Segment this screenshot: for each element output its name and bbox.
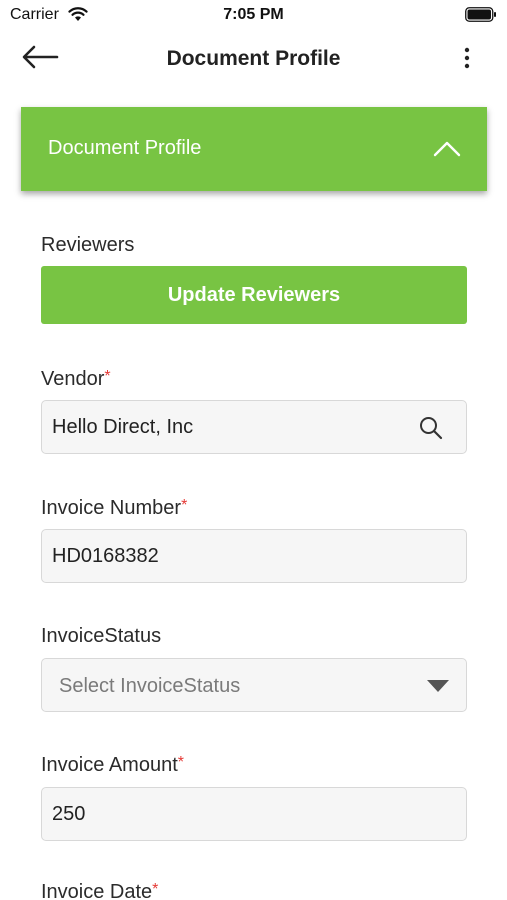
update-reviewers-button[interactable]: Update Reviewers xyxy=(41,266,467,324)
invoice-status-select[interactable]: Select InvoiceStatus xyxy=(41,658,467,712)
required-marker: * xyxy=(104,368,111,385)
nav-bar: Document Profile xyxy=(0,30,507,86)
battery-icon xyxy=(465,7,496,22)
invoice-number-value: HD0168382 xyxy=(52,545,159,567)
invoice-amount-field[interactable]: 250 xyxy=(41,787,467,841)
vendor-label: Vendor* xyxy=(41,368,111,390)
reviewers-label: Reviewers xyxy=(41,234,135,256)
invoice-date-label: Invoice Date* xyxy=(41,881,159,900)
invoice-amount-label: Invoice Amount* xyxy=(41,754,184,776)
invoice-status-placeholder: Select InvoiceStatus xyxy=(59,675,241,697)
more-vertical-icon[interactable] xyxy=(463,46,471,70)
vendor-value: Hello Direct, Inc xyxy=(52,416,194,438)
required-marker: * xyxy=(181,497,188,514)
search-icon[interactable] xyxy=(418,415,444,441)
page-title: Document Profile xyxy=(166,47,341,70)
chevron-up-icon xyxy=(433,141,461,157)
invoice-number-field[interactable]: HD0168382 xyxy=(41,529,467,583)
required-marker: * xyxy=(177,754,184,771)
caret-down-icon xyxy=(427,680,449,692)
clock: 7:05 PM xyxy=(223,6,284,23)
required-marker: * xyxy=(152,881,159,898)
invoice-number-label: Invoice Number* xyxy=(41,497,188,519)
status-bar: Carrier 7:05 PM xyxy=(0,0,507,30)
vendor-field[interactable]: Hello Direct, Inc xyxy=(41,400,467,454)
section-title: Document Profile xyxy=(48,137,202,159)
document-profile-section-header[interactable]: Document Profile xyxy=(21,107,487,191)
invoice-amount-value: 250 xyxy=(52,803,86,825)
invoice-status-label: InvoiceStatus xyxy=(41,625,162,647)
